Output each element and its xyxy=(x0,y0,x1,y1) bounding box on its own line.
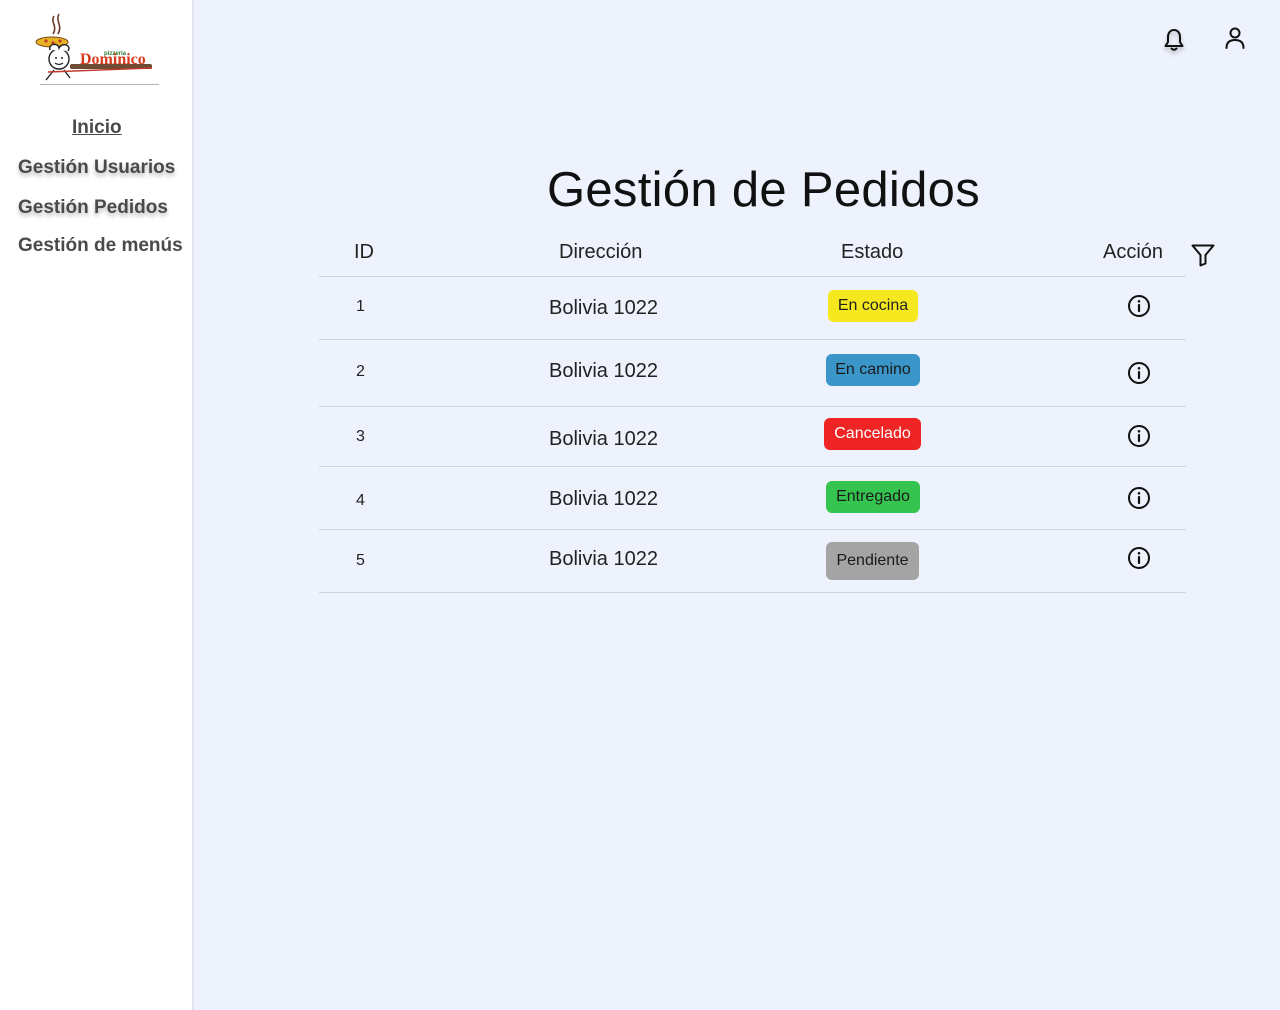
sidebar-item-gestion-menus[interactable]: Gestión de menús xyxy=(18,235,183,257)
row-1-address: Bolivia 1022 xyxy=(549,297,658,319)
row-2-id: 2 xyxy=(356,363,365,380)
info-icon[interactable] xyxy=(1127,361,1151,385)
svg-text:Dominico: Dominico xyxy=(80,51,146,68)
info-icon[interactable] xyxy=(1127,486,1151,510)
row-divider xyxy=(319,529,1186,530)
table-header-divider xyxy=(319,276,1186,277)
column-header-action: Acción xyxy=(1103,241,1164,263)
status-badge-en-cocina: En cocina xyxy=(828,290,918,322)
row-5-id: 5 xyxy=(356,552,365,569)
notifications-button[interactable] xyxy=(1159,25,1189,55)
logo[interactable]: pizzeria Dominico xyxy=(34,12,160,86)
user-icon xyxy=(1225,27,1245,49)
row-1-id: 1 xyxy=(356,298,365,315)
row-divider xyxy=(319,466,1186,467)
sidebar-item-inicio[interactable]: Inicio xyxy=(72,117,122,139)
row-3-address: Bolivia 1022 xyxy=(549,428,658,450)
status-badge-cancelado: Cancelado xyxy=(824,418,921,450)
info-icon[interactable] xyxy=(1127,546,1151,570)
status-badge-pendiente: Pendiente xyxy=(826,542,919,580)
bell-icon xyxy=(1164,29,1184,51)
filter-icon xyxy=(1191,244,1215,267)
row-divider xyxy=(319,406,1186,407)
pizzeria-logo-icon: pizzeria Dominico xyxy=(35,13,153,81)
status-badge-entregado: Entregado xyxy=(826,481,920,513)
info-icon[interactable] xyxy=(1127,294,1151,318)
filter-button[interactable] xyxy=(1190,242,1216,268)
row-5-address: Bolivia 1022 xyxy=(549,548,658,570)
status-badge-en-camino: En camino xyxy=(826,354,920,386)
logo-divider xyxy=(40,84,159,85)
row-divider xyxy=(319,592,1186,593)
profile-button[interactable] xyxy=(1220,23,1250,53)
info-icon[interactable] xyxy=(1127,424,1151,448)
column-header-address: Dirección xyxy=(559,241,643,263)
column-header-id: ID xyxy=(354,241,374,263)
row-3-id: 3 xyxy=(356,428,365,445)
sidebar: pizzeria Dominico Inicio Gestión Usuario… xyxy=(0,0,194,1010)
row-4-id: 4 xyxy=(356,492,365,509)
page-title: Gestión de Pedidos xyxy=(546,163,981,217)
row-2-address: Bolivia 1022 xyxy=(549,360,658,382)
row-4-address: Bolivia 1022 xyxy=(549,488,658,510)
row-divider xyxy=(319,339,1186,340)
column-header-status: Estado xyxy=(841,241,904,263)
